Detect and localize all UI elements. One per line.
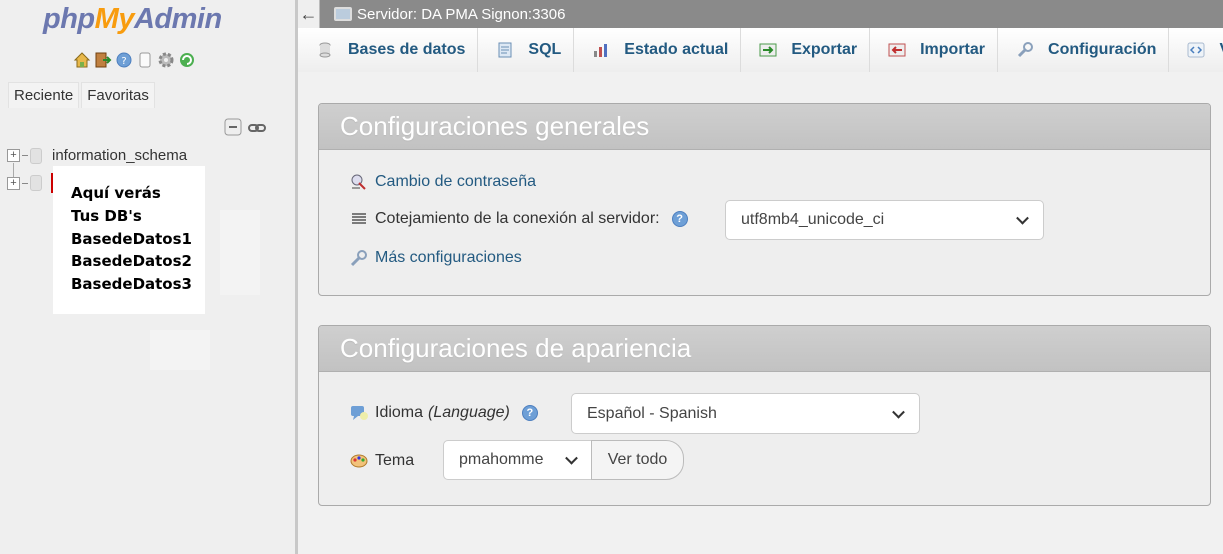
language-value: Español - Spanish (587, 404, 717, 422)
background-shape (150, 330, 210, 370)
help-icon[interactable]: ? (115, 51, 133, 69)
tab-favorites[interactable]: Favoritas (81, 82, 155, 108)
help-icon[interactable]: ? (521, 405, 538, 421)
reload-icon[interactable] (178, 51, 196, 69)
home-icon[interactable] (73, 51, 91, 69)
collation-row: Cotejamiento de la conexión al servidor:… (349, 209, 688, 229)
server-breadcrumb-bar: ← Servidor: DA PMA Signon:3306 (298, 0, 1223, 28)
docs-icon[interactable] (136, 51, 154, 69)
tab-recent[interactable]: Reciente (8, 82, 80, 108)
collapse-all-icon[interactable] (224, 118, 242, 139)
menu-label: Configuración (1048, 41, 1157, 58)
tree-item-hidden[interactable]: + (7, 175, 52, 191)
quick-icons-bar: ? (73, 50, 196, 70)
logo-my: My (94, 3, 135, 35)
exit-icon[interactable] (94, 51, 112, 69)
list-icon (349, 209, 369, 229)
tree-item-label[interactable]: information_schema (52, 147, 187, 164)
annotation-line: Aquí verás (71, 184, 161, 202)
menu-label: SQL (528, 41, 562, 58)
language-hint: (Language) (428, 404, 510, 421)
annotation-line: Tus DB's (71, 206, 142, 225)
menu-label: Exportar (791, 41, 858, 58)
database-icon (30, 147, 42, 164)
language-row: Idioma (Language) ? (349, 403, 538, 423)
help-icon[interactable]: ? (671, 211, 688, 227)
language-select[interactable]: Español - Spanish (571, 393, 920, 434)
settings-icon[interactable] (157, 51, 175, 69)
menu-variables[interactable]: Va (1169, 28, 1223, 72)
phpmyadmin-logo[interactable]: phpMyAdmin (43, 3, 222, 36)
key-icon (349, 172, 369, 192)
change-password-row[interactable]: Cambio de contraseña (349, 172, 536, 192)
collation-label: Cotejamiento de la conexión al servidor: (375, 210, 660, 227)
wrench-icon (1016, 41, 1034, 59)
database-icon (316, 41, 334, 59)
menu-export[interactable]: Exportar (741, 28, 871, 72)
menu-status[interactable]: Estado actual (574, 28, 742, 72)
tree-connector (22, 182, 28, 184)
export-icon (759, 41, 777, 59)
collation-select[interactable]: utf8mb4_unicode_ci (725, 200, 1044, 240)
theme-value: pmahomme (459, 451, 544, 468)
variables-icon (1187, 41, 1205, 59)
panel-title: Configuraciones de apariencia (319, 326, 1210, 372)
server-icon (334, 7, 352, 21)
language-icon (349, 403, 369, 423)
wrench-icon (349, 248, 369, 268)
chevron-down-icon (1016, 211, 1029, 225)
navigation-sidebar: phpMyAdmin ? Reciente Favoritas + inform… (0, 0, 295, 554)
menu-databases[interactable]: Bases de datos (298, 28, 479, 72)
theme-row: Tema (349, 451, 414, 471)
theme-label: Tema (375, 452, 415, 469)
annotation-line: BasedeDatos2 (71, 252, 192, 271)
svg-text:?: ? (121, 56, 126, 67)
menu-label: Importar (920, 41, 986, 58)
collation-value: utf8mb4_unicode_ci (741, 211, 885, 228)
annotation-line: BasedeDatos3 (71, 275, 192, 294)
appearance-settings-panel: Configuraciones de apariencia Idioma (La… (318, 325, 1211, 506)
sql-icon (496, 41, 514, 59)
menu-sql[interactable]: SQL (478, 28, 575, 72)
logo-admin: Admin (133, 3, 222, 35)
panel-title: Configuraciones generales (319, 104, 1210, 150)
language-label: Idioma (375, 404, 424, 421)
tree-item-information-schema[interactable]: + information_schema (7, 147, 187, 164)
top-menu: Bases de datos SQL Estado actual Exporta… (298, 28, 1223, 72)
database-icon (30, 175, 42, 191)
annotation-line: BasedeDatos1 (71, 229, 192, 248)
annotation-box: Aquí verás Tus DB's BasedeDatos1 BasedeD… (53, 166, 205, 314)
menu-label: Va (1219, 41, 1223, 59)
palette-icon (349, 451, 369, 471)
expand-icon[interactable]: + (7, 149, 20, 162)
view-all-themes-button[interactable]: Ver todo (591, 440, 684, 480)
chevron-down-icon (892, 405, 905, 419)
link-icon[interactable] (248, 121, 266, 137)
more-settings-row[interactable]: Más configuraciones (349, 248, 522, 268)
server-breadcrumb[interactable]: Servidor: DA PMA Signon:3306 (334, 6, 565, 23)
chevron-down-icon (565, 451, 578, 465)
logo-php: php (43, 3, 95, 35)
server-label[interactable]: Servidor: DA PMA Signon:3306 (357, 6, 565, 23)
import-icon (888, 41, 906, 59)
expand-icon[interactable]: + (7, 176, 20, 190)
collapse-sidebar-button[interactable]: ← (298, 0, 320, 28)
background-shape (220, 210, 260, 295)
menu-label: Estado actual (624, 41, 729, 58)
sidebar-tabs: Reciente Favoritas (8, 82, 157, 108)
sidebar-resize-handle[interactable] (295, 0, 298, 554)
menu-import[interactable]: Importar (870, 28, 999, 72)
change-password-link[interactable]: Cambio de contraseña (375, 173, 536, 191)
tree-connector (22, 155, 28, 156)
menu-label: Bases de datos (348, 41, 466, 58)
more-settings-link[interactable]: Más configuraciones (375, 249, 522, 267)
status-icon (592, 41, 610, 59)
general-settings-panel: Configuraciones generales Cambio de cont… (318, 103, 1211, 296)
tree-controls (224, 118, 266, 139)
menu-settings[interactable]: Configuración (998, 28, 1170, 72)
theme-select[interactable]: pmahomme (443, 440, 593, 480)
